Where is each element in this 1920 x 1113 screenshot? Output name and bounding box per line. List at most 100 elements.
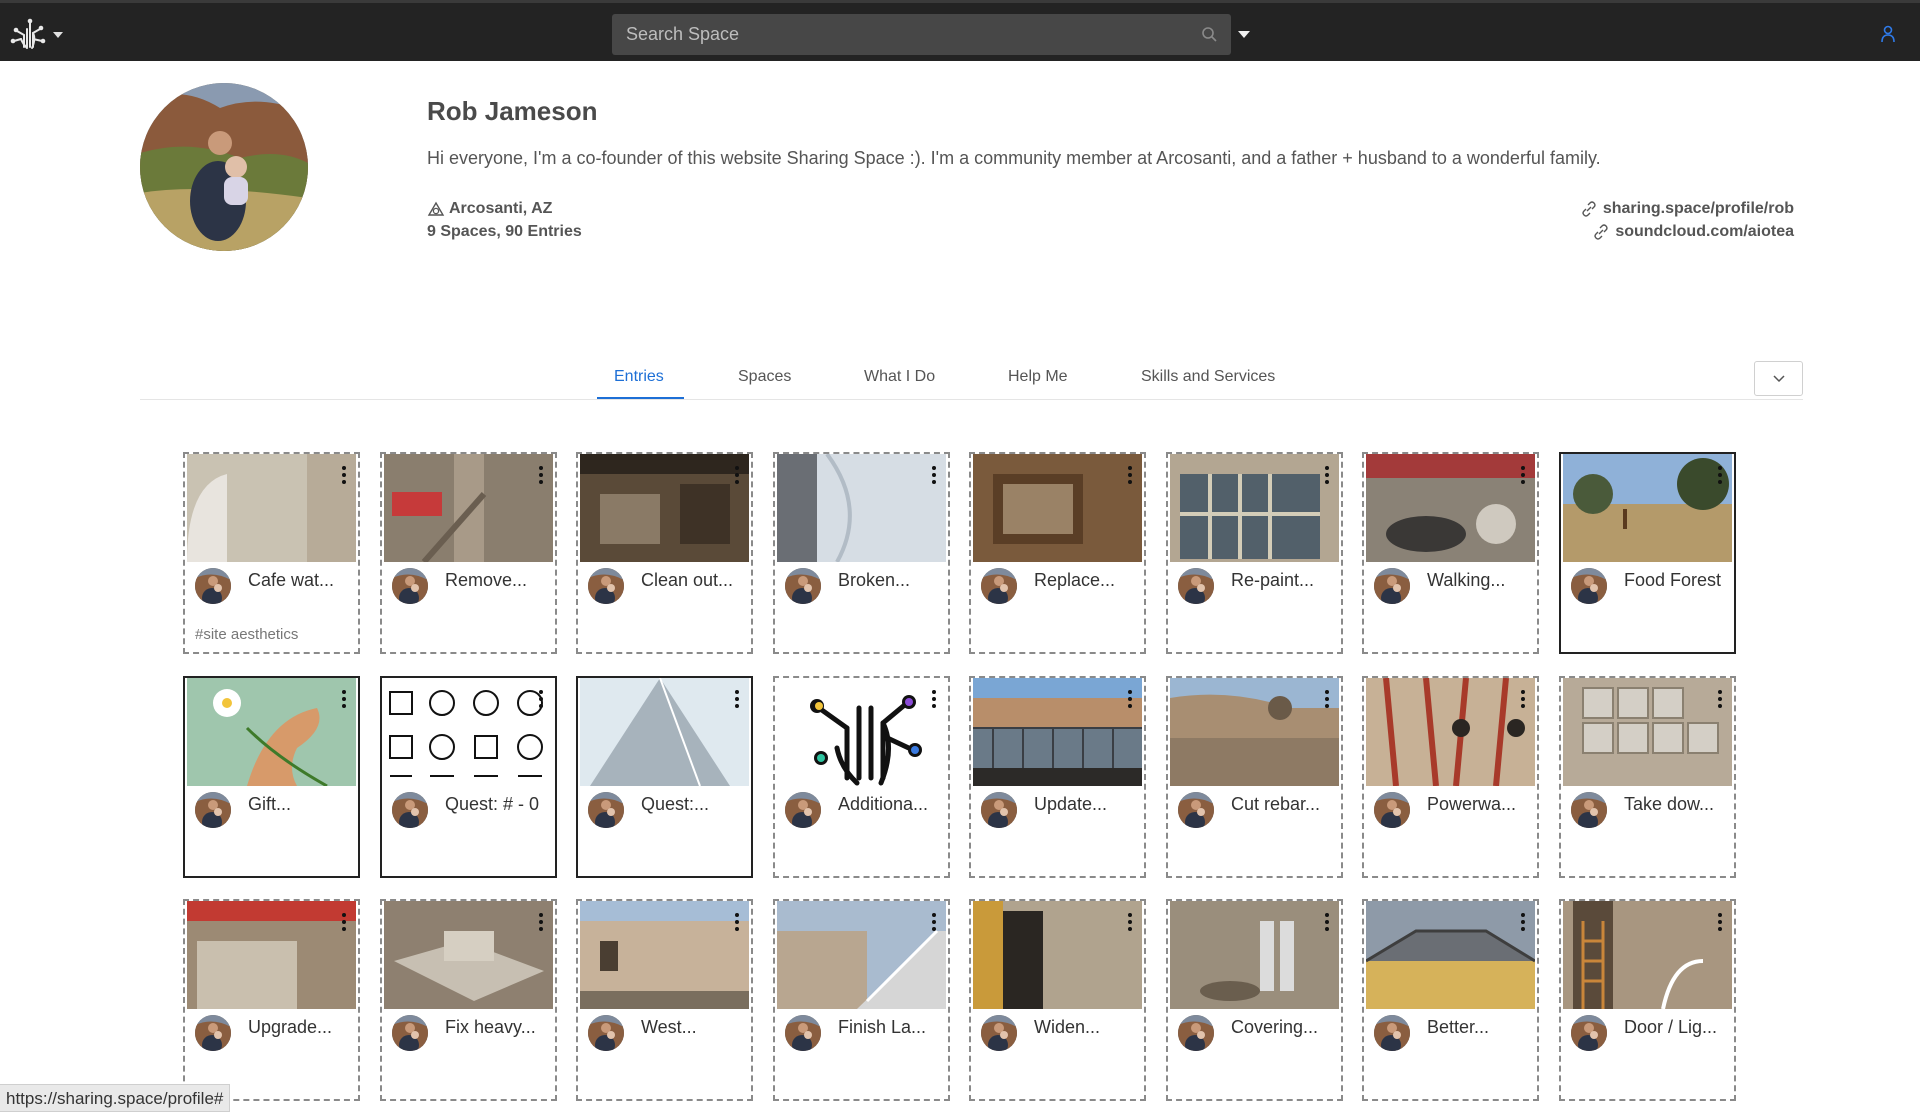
entry-card[interactable]: Walking... (1362, 452, 1539, 654)
search-icon[interactable] (1201, 26, 1217, 42)
more-options-icon[interactable] (1128, 913, 1132, 931)
entry-thumbnail[interactable] (973, 678, 1142, 786)
author-avatar[interactable] (588, 792, 624, 828)
entry-title[interactable]: Quest: # - 0 (445, 794, 539, 815)
more-options-icon[interactable] (1718, 913, 1722, 931)
entry-card[interactable]: Gift... (183, 676, 360, 878)
more-options-icon[interactable] (1325, 913, 1329, 931)
more-options-icon[interactable] (539, 466, 543, 484)
search-input[interactable] (612, 14, 1231, 55)
author-avatar[interactable] (1178, 1015, 1214, 1051)
entry-title[interactable]: Food Forest (1624, 570, 1721, 591)
author-avatar[interactable] (981, 568, 1017, 604)
tabs-dropdown-button[interactable] (1754, 361, 1803, 396)
entry-thumbnail[interactable] (777, 454, 946, 562)
entry-thumbnail[interactable] (1366, 901, 1535, 1009)
entry-thumbnail[interactable] (580, 678, 749, 786)
logo-menu-caret-icon[interactable] (53, 32, 63, 38)
entry-card[interactable]: Take dow... (1559, 676, 1736, 878)
entry-thumbnail[interactable] (1170, 678, 1339, 786)
more-options-icon[interactable] (342, 466, 346, 484)
entry-thumbnail[interactable] (384, 678, 553, 786)
author-avatar[interactable] (1178, 568, 1214, 604)
entry-thumbnail[interactable] (187, 901, 356, 1009)
more-options-icon[interactable] (932, 690, 936, 708)
entry-title[interactable]: Update... (1034, 794, 1107, 815)
entry-card[interactable]: Update... (969, 676, 1146, 878)
author-avatar[interactable] (392, 1015, 428, 1051)
more-options-icon[interactable] (539, 913, 543, 931)
entry-card[interactable]: Additiona... (773, 676, 950, 878)
entry-card[interactable]: Cut rebar... (1166, 676, 1343, 878)
author-avatar[interactable] (588, 1015, 624, 1051)
entry-card[interactable]: Re-paint... (1166, 452, 1343, 654)
more-options-icon[interactable] (1521, 913, 1525, 931)
tab-what-i-do[interactable]: What I Do (864, 368, 935, 386)
author-avatar[interactable] (1374, 792, 1410, 828)
entry-card[interactable]: Door / Lig... (1559, 899, 1736, 1101)
author-avatar[interactable] (1571, 1015, 1607, 1051)
search-bar[interactable] (612, 14, 1231, 55)
entry-title[interactable]: Upgrade... (248, 1017, 332, 1038)
entry-card[interactable]: Clean out... (576, 452, 753, 654)
entry-card[interactable]: West... (576, 899, 753, 1101)
more-options-icon[interactable] (1128, 466, 1132, 484)
link-text[interactable]: sharing.space/profile/rob (1603, 200, 1794, 218)
more-options-icon[interactable] (932, 913, 936, 931)
entry-card[interactable]: Quest: # - 0 (380, 676, 557, 878)
entry-thumbnail[interactable] (1563, 901, 1732, 1009)
entry-card[interactable]: Fix heavy... (380, 899, 557, 1101)
entry-thumbnail[interactable] (1170, 901, 1339, 1009)
entry-title[interactable]: Replace... (1034, 570, 1115, 591)
more-options-icon[interactable] (342, 690, 346, 708)
entry-thumbnail[interactable] (973, 454, 1142, 562)
author-avatar[interactable] (1374, 1015, 1410, 1051)
entry-card[interactable]: Upgrade... (183, 899, 360, 1101)
entry-title[interactable]: Finish La... (838, 1017, 926, 1038)
entry-title[interactable]: Broken... (838, 570, 910, 591)
author-avatar[interactable] (195, 792, 231, 828)
entry-card[interactable]: Better... (1362, 899, 1539, 1101)
entry-title[interactable]: Covering... (1231, 1017, 1318, 1038)
author-avatar[interactable] (785, 1015, 821, 1051)
user-icon[interactable] (1880, 25, 1896, 43)
entry-title[interactable]: Remove... (445, 570, 527, 591)
profile-link[interactable]: soundcloud.com/aiotea (1581, 223, 1794, 241)
tab-skills-and-services[interactable]: Skills and Services (1141, 368, 1275, 386)
tab-entries[interactable]: Entries (614, 368, 664, 386)
entry-title[interactable]: Re-paint... (1231, 570, 1314, 591)
entry-thumbnail[interactable] (384, 901, 553, 1009)
entry-card[interactable]: Remove... (380, 452, 557, 654)
entry-thumbnail[interactable] (580, 901, 749, 1009)
author-avatar[interactable] (981, 792, 1017, 828)
more-options-icon[interactable] (1128, 690, 1132, 708)
entry-thumbnail[interactable] (384, 454, 553, 562)
entry-title[interactable]: Cafe wat... (248, 570, 334, 591)
more-options-icon[interactable] (1521, 466, 1525, 484)
entry-title[interactable]: Gift... (248, 794, 291, 815)
entry-thumbnail[interactable] (1170, 454, 1339, 562)
entry-card[interactable]: Replace... (969, 452, 1146, 654)
more-options-icon[interactable] (1521, 690, 1525, 708)
entry-card[interactable]: Broken... (773, 452, 950, 654)
more-options-icon[interactable] (342, 913, 346, 931)
author-avatar[interactable] (392, 568, 428, 604)
entry-thumbnail[interactable] (1366, 678, 1535, 786)
tab-spaces[interactable]: Spaces (738, 368, 791, 386)
author-avatar[interactable] (981, 1015, 1017, 1051)
entry-title[interactable]: Door / Lig... (1624, 1017, 1717, 1038)
entry-title[interactable]: Quest:... (641, 794, 709, 815)
more-options-icon[interactable] (1325, 466, 1329, 484)
entry-card[interactable]: Covering... (1166, 899, 1343, 1101)
author-avatar[interactable] (785, 568, 821, 604)
more-options-icon[interactable] (1718, 466, 1722, 484)
author-avatar[interactable] (1571, 568, 1607, 604)
entry-card[interactable]: Finish La... (773, 899, 950, 1101)
entry-thumbnail[interactable] (187, 678, 356, 786)
author-avatar[interactable] (1374, 568, 1410, 604)
link-text[interactable]: soundcloud.com/aiotea (1615, 223, 1794, 241)
more-options-icon[interactable] (735, 466, 739, 484)
entry-thumbnail[interactable] (187, 454, 356, 562)
search-filter-caret-icon[interactable] (1238, 31, 1250, 38)
tab-help-me[interactable]: Help Me (1008, 368, 1068, 386)
